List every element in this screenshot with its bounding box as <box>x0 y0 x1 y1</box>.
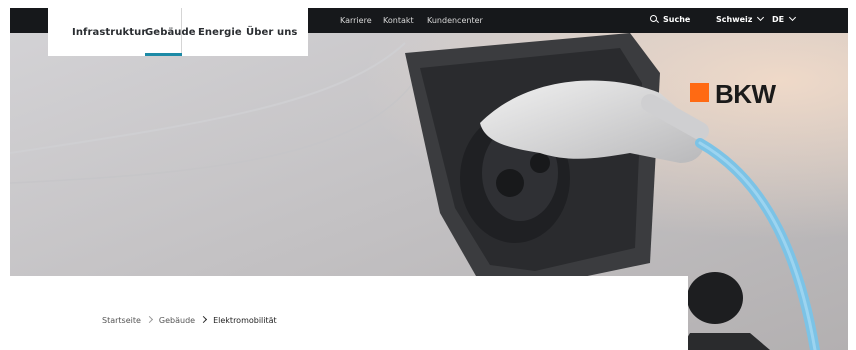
nav-divider <box>181 8 182 54</box>
search-icon <box>650 15 657 22</box>
logo-text: BKW <box>715 79 776 109</box>
breadcrumb-current: Elektromobilität <box>213 316 277 325</box>
language-selector[interactable]: DE <box>772 13 797 24</box>
nav-item-gebaeude[interactable]: Gebäude <box>145 27 196 38</box>
country-label: Schweiz <box>716 15 753 24</box>
nav-item-ueber-uns[interactable]: Über uns <box>246 27 297 38</box>
country-selector[interactable]: Schweiz <box>716 13 765 24</box>
link-kontakt[interactable]: Kontakt <box>383 16 414 25</box>
chevron-down-icon <box>789 13 797 22</box>
nav-item-infrastruktur[interactable]: Infrastruktur <box>72 27 146 38</box>
page-frame: BKW Karriere Kontakt Kundencenter Suche … <box>10 8 848 350</box>
link-karriere[interactable]: Karriere <box>340 16 372 25</box>
link-kundencenter[interactable]: Kundencenter <box>427 16 483 25</box>
breadcrumb: Startseite Gebäude Elektromobilität <box>102 315 277 325</box>
active-nav-indicator <box>145 53 182 56</box>
breadcrumb-item-gebaeude[interactable]: Gebäude <box>159 316 195 325</box>
search-label: Suche <box>663 15 691 24</box>
chevron-right-icon <box>145 315 153 324</box>
content-panel <box>10 276 688 350</box>
logo-square-icon <box>690 83 709 102</box>
nav-item-energie[interactable]: Energie <box>198 27 242 38</box>
search-button[interactable]: Suche <box>650 15 690 24</box>
main-navigation: Infrastruktur Gebäude Energie Über uns <box>48 8 308 56</box>
chevron-down-icon <box>757 13 765 22</box>
breadcrumb-item-startseite[interactable]: Startseite <box>102 316 141 325</box>
chevron-right-icon <box>200 315 208 324</box>
language-label: DE <box>772 15 785 24</box>
